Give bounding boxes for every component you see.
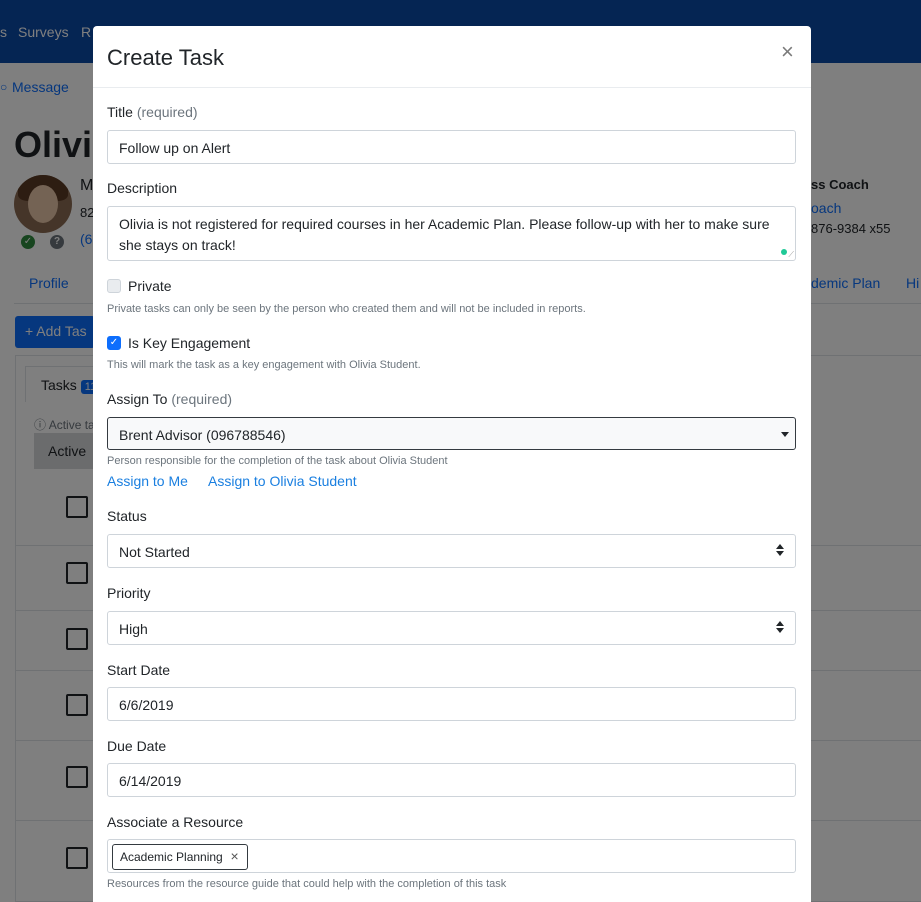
priority-select[interactable]: High — [107, 611, 796, 645]
assign-to-me-link[interactable]: Assign to Me — [107, 473, 188, 489]
title-label-text: Title — [107, 104, 133, 120]
private-label: Private — [128, 278, 172, 294]
title-label: Title (required) — [107, 104, 198, 120]
description-text: Olivia is not registered for required co… — [119, 216, 770, 253]
remove-chip-icon[interactable]: × — [231, 848, 239, 864]
due-date-label: Due Date — [107, 738, 167, 754]
key-engagement-help-text: This will mark the task as a key engagem… — [107, 359, 421, 371]
assign-to-select[interactable]: Brent Advisor (096788546) — [107, 417, 796, 450]
assign-to-value: Brent Advisor (096788546) — [119, 427, 286, 443]
private-checkbox[interactable] — [107, 279, 121, 293]
modal-title: Create Task — [107, 45, 224, 70]
resource-help-text: Resources from the resource guide that c… — [107, 878, 507, 890]
resource-chip: Academic Planning × — [112, 844, 248, 870]
priority-value: High — [119, 621, 148, 637]
start-date-input[interactable]: 6/6/2019 — [107, 687, 796, 721]
status-select[interactable]: Not Started — [107, 534, 796, 568]
resource-label: Associate a Resource — [107, 814, 244, 830]
create-task-modal: Create Task × Title (required) Follow up… — [93, 26, 811, 902]
status-dot-icon — [781, 249, 787, 255]
select-arrows-icon — [776, 544, 784, 558]
private-help-text: Private tasks can only be seen by the pe… — [107, 303, 586, 315]
start-date-label: Start Date — [107, 662, 171, 678]
assign-to-label-text: Assign To — [107, 391, 168, 407]
status-label: Status — [107, 508, 147, 524]
key-engagement-checkbox[interactable]: ✓ — [107, 336, 121, 350]
assign-to-required-hint: (required) — [171, 391, 233, 407]
description-label: Description — [107, 180, 178, 196]
assign-to-student-link[interactable]: Assign to Olivia Student — [208, 473, 357, 489]
assign-to-help-text: Person responsible for the completion of… — [107, 455, 448, 467]
priority-label: Priority — [107, 585, 151, 601]
status-value: Not Started — [119, 544, 190, 560]
modal-header: Create Task × — [93, 26, 811, 88]
resize-handle-icon[interactable]: ⟋ — [788, 251, 794, 259]
resource-chip-label: Academic Planning — [120, 850, 223, 864]
resource-multiselect[interactable]: Academic Planning × — [107, 839, 796, 873]
description-textarea[interactable]: Olivia is not registered for required co… — [107, 206, 796, 261]
caret-down-icon — [781, 432, 789, 437]
due-date-input[interactable]: 6/14/2019 — [107, 763, 796, 797]
assign-to-label: Assign To (required) — [107, 391, 232, 407]
close-icon[interactable]: × — [781, 40, 794, 64]
title-input[interactable]: Follow up on Alert — [107, 130, 796, 164]
key-engagement-label: Is Key Engagement — [128, 335, 251, 351]
title-required-hint: (required) — [136, 104, 198, 120]
select-arrows-icon — [776, 621, 784, 635]
